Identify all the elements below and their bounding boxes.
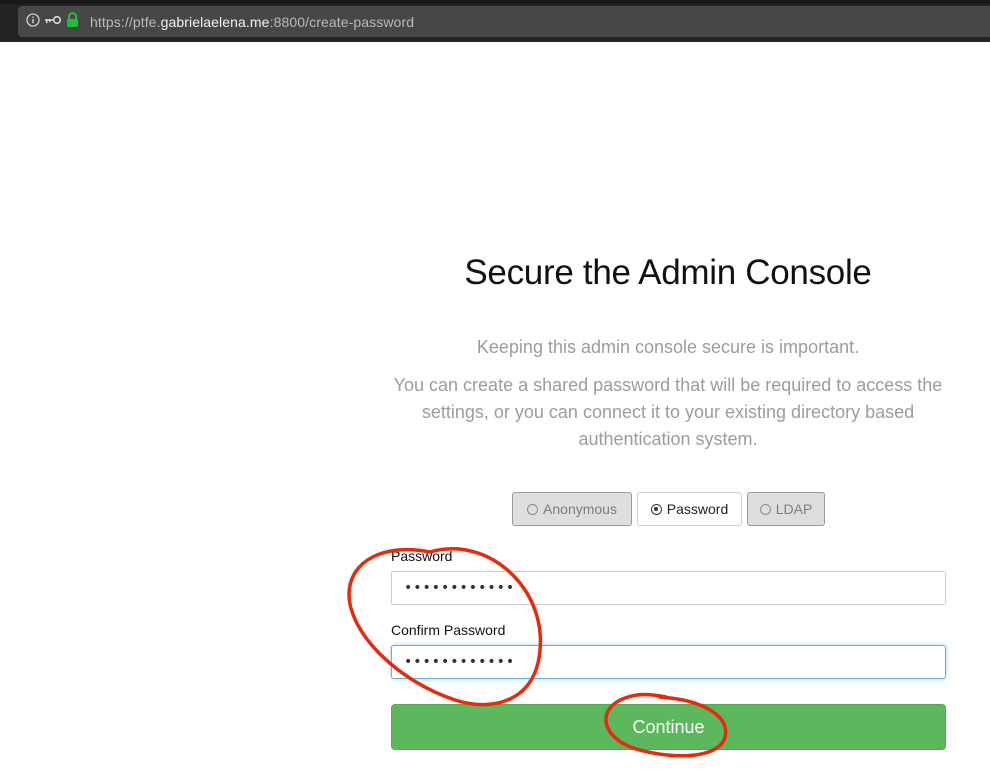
url-suffix: :8800/create-password	[269, 14, 415, 30]
auth-option-password[interactable]: Password	[637, 492, 742, 526]
radio-checked-icon	[650, 503, 662, 515]
browser-toolbar: https://ptfe.gabrielaelena.me:8800/creat…	[0, 0, 990, 42]
address-bar-icons	[26, 11, 79, 33]
auth-option-label: Password	[666, 501, 729, 517]
page-description: You can create a shared password that wi…	[393, 375, 943, 449]
url-host: gabrielaelena.me	[160, 14, 270, 30]
auth-option-anonymous[interactable]: Anonymous	[512, 492, 632, 526]
url-prefix: https://ptfe.	[90, 14, 161, 30]
continue-button[interactable]: Continue	[391, 704, 946, 750]
auth-option-label: Anonymous	[543, 501, 617, 517]
lock-icon[interactable]	[66, 11, 79, 33]
key-icon[interactable]	[44, 13, 62, 31]
radio-unchecked-icon	[759, 503, 771, 515]
confirm-password-label: Confirm Password	[391, 622, 506, 638]
tab-strip	[0, 0, 990, 4]
radio-unchecked-icon	[527, 503, 539, 515]
auth-option-label: LDAP	[775, 501, 813, 517]
confirm-password-input[interactable]	[391, 645, 946, 679]
password-label: Password	[391, 548, 453, 564]
info-icon[interactable]	[26, 12, 40, 32]
auth-option-ldap[interactable]: LDAP	[747, 492, 825, 526]
password-input[interactable]	[391, 571, 946, 605]
url-text[interactable]: https://ptfe.gabrielaelena.me:8800/creat…	[90, 14, 414, 30]
page-title: Secure the Admin Console	[464, 253, 872, 292]
page-lead: Keeping this admin console secure is imp…	[476, 337, 860, 357]
